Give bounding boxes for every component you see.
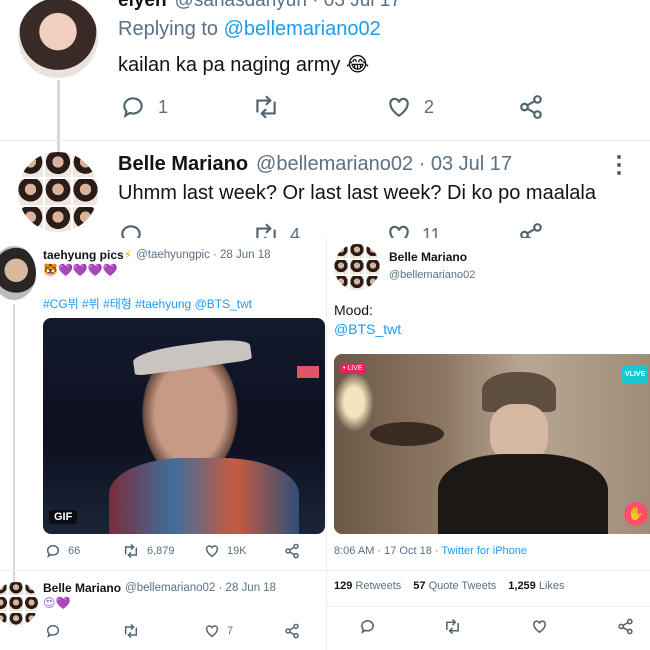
likes-stat[interactable]: 1,259 Likes bbox=[508, 580, 564, 592]
belle-author-name[interactable]: Belle Mariano bbox=[43, 581, 121, 595]
quotes-label: Quote Tweets bbox=[428, 580, 497, 592]
live-badge: • LIVE bbox=[340, 364, 366, 373]
like-count: 19K bbox=[227, 545, 247, 557]
gif-jacket bbox=[109, 458, 299, 534]
taehyung-author-name[interactable]: taehyung pics bbox=[43, 248, 124, 262]
quotes-number: 57 bbox=[413, 580, 426, 592]
tweet-divider bbox=[0, 570, 326, 571]
author-handle: @bellemariano02 bbox=[389, 269, 476, 281]
likes-label: Likes bbox=[538, 580, 565, 592]
like-icon[interactable] bbox=[204, 623, 220, 639]
reply-text: kailan ka pa naging army 😂 bbox=[118, 52, 369, 77]
image-table bbox=[370, 422, 444, 446]
vlive-badge: VLIVE bbox=[622, 366, 649, 383]
reply-icon[interactable] bbox=[359, 618, 376, 635]
like-icon[interactable] bbox=[204, 543, 220, 559]
share-icon[interactable] bbox=[518, 94, 544, 120]
share-icon[interactable] bbox=[518, 222, 544, 238]
taehyung-handle: @taehyungpic · 28 Jun 18 bbox=[136, 249, 271, 261]
belle-avatar[interactable] bbox=[0, 582, 38, 626]
stats-row: 129 Retweets 57 Quote Tweets 1,259 Likes bbox=[334, 580, 565, 592]
hashtags-line[interactable]: #CG뷔 #뷔 #태형 #taehyung @BTS_twt bbox=[43, 295, 252, 312]
main-author-name[interactable]: Belle Mariano bbox=[118, 153, 248, 176]
thread-line bbox=[57, 80, 60, 152]
emoji-line: 😍💜 bbox=[43, 596, 71, 610]
like-count: 7 bbox=[227, 625, 234, 637]
author-name[interactable]: Belle Mariano bbox=[389, 250, 467, 264]
retweet-icon[interactable] bbox=[252, 94, 280, 120]
replying-prefix: Replying to bbox=[118, 18, 219, 40]
share-icon[interactable] bbox=[284, 543, 300, 559]
gif-label: GIF bbox=[49, 510, 78, 524]
mention-link[interactable]: @BTS_twt bbox=[334, 321, 401, 337]
divider bbox=[327, 570, 650, 571]
reply-icon[interactable] bbox=[120, 94, 146, 120]
timestamp-row: 8:06 AM · 17 Oct 18 · Twitter for iPhone bbox=[334, 545, 527, 557]
right-tweet: Belle Mariano @bellemariano02 Mood: @BTS… bbox=[326, 238, 650, 650]
likes-number: 1,259 bbox=[508, 580, 536, 592]
retweet-count: 4 bbox=[290, 224, 301, 239]
thread-line bbox=[13, 304, 15, 584]
reply-icon[interactable] bbox=[45, 623, 61, 639]
belle-avatar[interactable] bbox=[18, 152, 98, 232]
reply-count: 66 bbox=[68, 545, 81, 557]
belle-avatar[interactable] bbox=[334, 244, 380, 290]
quotes-stat[interactable]: 57 Quote Tweets bbox=[413, 580, 496, 592]
top-thread: elyen @sanasdahyun · 03 Jul 17 Replying … bbox=[0, 0, 650, 238]
image-person-jacket bbox=[438, 454, 608, 534]
like-icon[interactable] bbox=[531, 618, 548, 635]
retweets-label: Retweets bbox=[355, 580, 402, 592]
main-tweet-text: Uhmm last week? Or last last week? Di ko… bbox=[118, 182, 596, 204]
lightning-emoji: ⚡ bbox=[123, 248, 133, 262]
image-lamp bbox=[334, 372, 374, 432]
reply-icon[interactable] bbox=[45, 543, 61, 559]
share-icon[interactable] bbox=[617, 618, 634, 635]
divider bbox=[327, 606, 650, 607]
retweets-number: 129 bbox=[334, 580, 353, 592]
source-link[interactable]: Twitter for iPhone bbox=[441, 545, 527, 557]
replying-handle-link[interactable]: @bellemariano02 bbox=[224, 18, 381, 40]
taehyung-avatar[interactable] bbox=[0, 246, 36, 300]
hand-icon[interactable]: ✋ bbox=[624, 502, 648, 526]
retweet-icon[interactable] bbox=[443, 618, 462, 635]
reply-avatar[interactable] bbox=[18, 0, 98, 78]
tweet-divider bbox=[0, 140, 650, 141]
reply-text-body: kailan ka pa naging army bbox=[118, 54, 341, 76]
reply-icon[interactable] bbox=[118, 222, 144, 238]
left-thread: taehyung pics ⚡ @taehyungpic · 28 Jun 18… bbox=[0, 238, 326, 650]
laughing-emoji: 😂 bbox=[345, 54, 370, 76]
retweets-stat[interactable]: 129 Retweets bbox=[334, 580, 401, 592]
retweet-count: 6,879 bbox=[147, 545, 175, 557]
reply-author-name[interactable]: elyen bbox=[118, 0, 167, 12]
like-icon[interactable] bbox=[386, 94, 412, 120]
like-count: 11 bbox=[422, 224, 441, 239]
replying-to: Replying to @bellemariano02 bbox=[118, 18, 381, 41]
reply-author-handle: @sanasdahyun · 03 Jul 17 bbox=[174, 0, 401, 11]
more-icon[interactable] bbox=[614, 154, 624, 176]
tweet-image[interactable]: • LIVE VLIVE ✋ bbox=[334, 354, 650, 534]
emoji-line: 🐯💜💜💜💜 bbox=[43, 263, 118, 277]
retweet-icon[interactable] bbox=[122, 543, 140, 559]
retweet-icon[interactable] bbox=[252, 222, 280, 238]
retweet-icon[interactable] bbox=[122, 623, 140, 639]
belle-handle: @bellemariano02 · 28 Jun 18 bbox=[125, 582, 277, 594]
like-icon[interactable] bbox=[386, 222, 412, 238]
tweet-text-line1: Mood: bbox=[334, 302, 373, 318]
tweet-gif[interactable]: GIF bbox=[43, 318, 325, 534]
timestamp: 8:06 AM · 17 Oct 18 · bbox=[334, 545, 439, 557]
like-count: 2 bbox=[424, 96, 435, 117]
gif-light bbox=[297, 366, 319, 378]
reply-count: 1 bbox=[158, 96, 169, 117]
share-icon[interactable] bbox=[284, 623, 300, 639]
main-author-handle: @bellemariano02 · 03 Jul 17 bbox=[256, 153, 513, 175]
